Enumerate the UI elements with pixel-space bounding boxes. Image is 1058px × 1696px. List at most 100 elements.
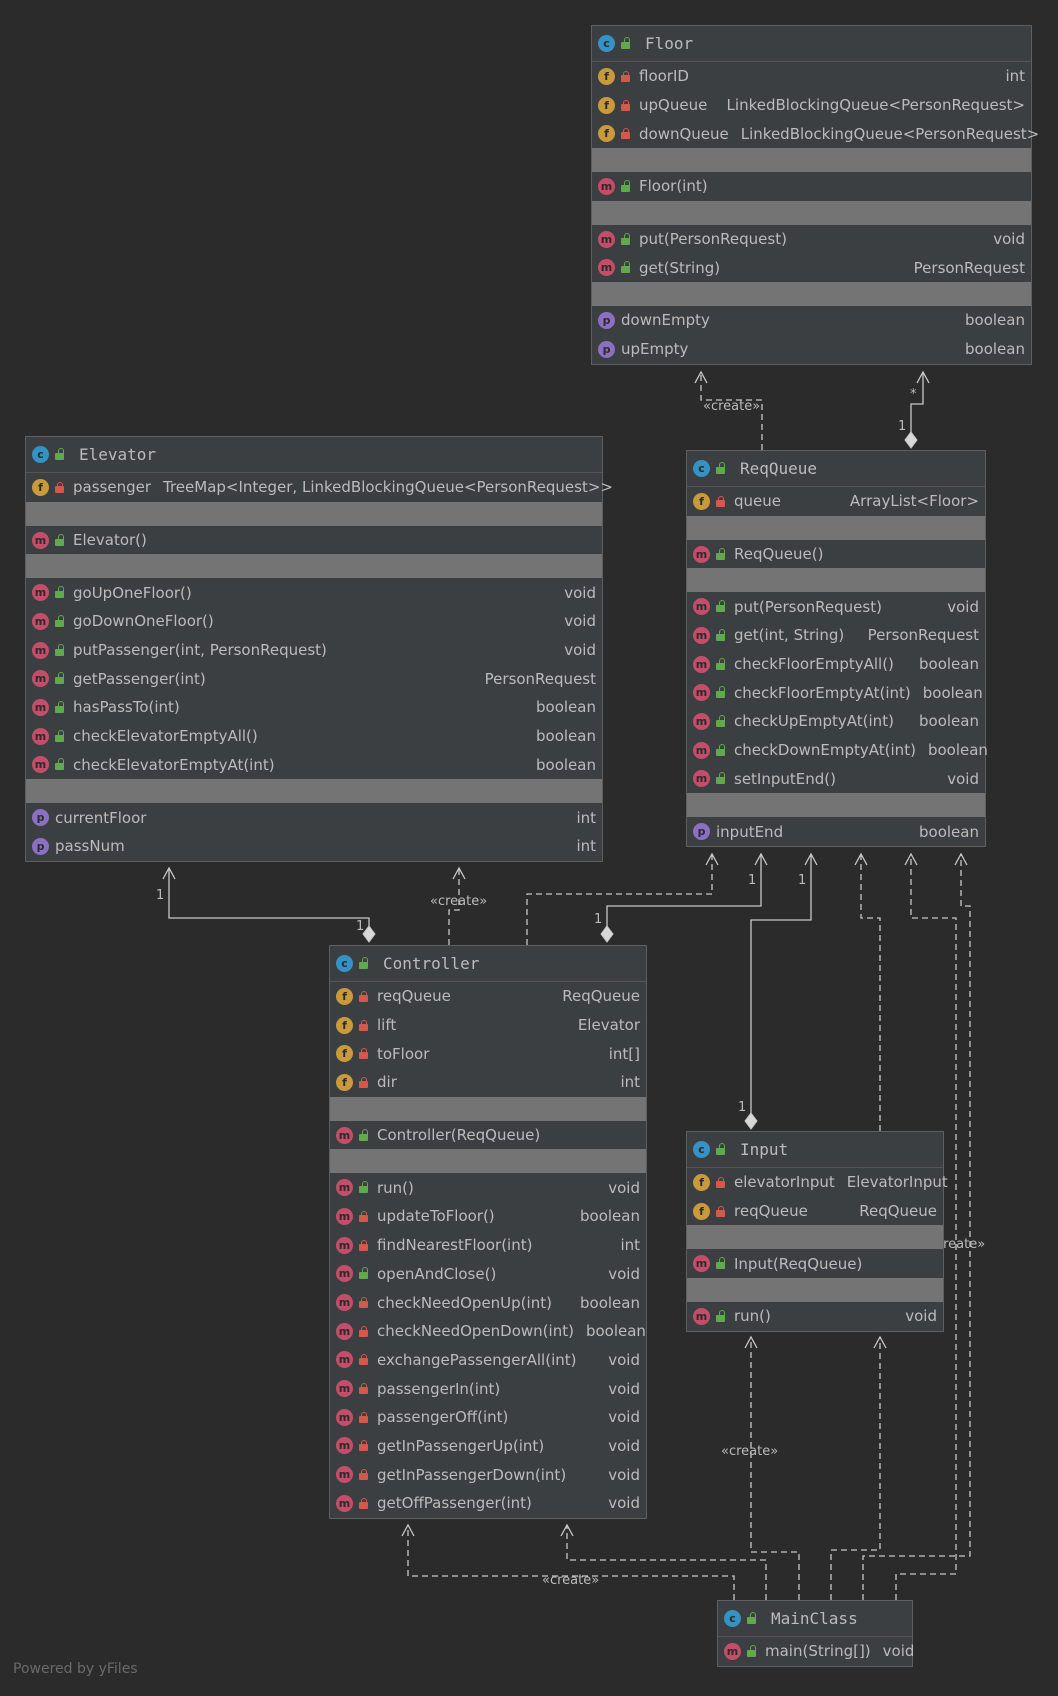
member-row[interactable]: m putPassenger(int, PersonRequest) void [26, 636, 602, 665]
member-type: boolean [919, 822, 979, 841]
member-row[interactable]: m goDownOneFloor() void [26, 607, 602, 636]
class-controller[interactable]: c Controller f reqQueue ReqQueue f lift Elevato… [329, 945, 647, 1519]
method-icon: m [693, 741, 710, 759]
section-divider [687, 793, 985, 818]
member-row[interactable]: m passengerIn(int) void [330, 1374, 646, 1403]
member-row[interactable]: m put(PersonRequest) void [592, 225, 1031, 254]
method-icon: m [598, 177, 615, 195]
member-row[interactable]: m getInPassengerDown(int) void [330, 1460, 646, 1489]
class-mainclass[interactable]: c MainClass m main(String[]) void [717, 1600, 914, 1667]
member-row[interactable]: m passengerOff(int) void [330, 1403, 646, 1432]
public-icon [715, 628, 726, 641]
member-row[interactable]: p downEmpty boolean [592, 306, 1031, 335]
member-name: passNum [55, 837, 125, 856]
member-name: currentFloor [55, 808, 147, 827]
member-row[interactable]: f passenger TreeMap<Integer, LinkedBlockin… [26, 473, 613, 502]
member-name: hasPassTo(int) [73, 698, 180, 717]
private-lock-icon [358, 1019, 369, 1031]
composition-diamond [362, 925, 376, 943]
member-row[interactable]: f dir int [330, 1068, 646, 1097]
class-header: c MainClass [718, 1601, 912, 1637]
member-row[interactable]: m goUpOneFloor() void [26, 578, 602, 607]
member-row[interactable]: m checkFloorEmptyAt(int) boolean [687, 678, 985, 707]
member-row[interactable]: m get(String) PersonRequest [592, 253, 1031, 282]
member-row[interactable]: m openAndClose() void [330, 1260, 646, 1289]
member-row[interactable]: m Controller(ReqQueue) [330, 1121, 646, 1150]
section-divider [592, 282, 1031, 307]
method-icon: m [336, 1126, 353, 1144]
member-row[interactable]: m getInPassengerUp(int) void [330, 1432, 646, 1461]
method-icon: m [693, 712, 710, 730]
class-floor[interactable]: c Floor f floorID int f upQueue LinkedBlockingQ… [591, 25, 1039, 365]
member-row[interactable]: m checkNeedOpenUp(int) boolean [330, 1288, 646, 1317]
public-icon [715, 686, 726, 699]
member-row[interactable]: m updateToFloor() boolean [330, 1202, 646, 1231]
member-name: Elevator() [73, 531, 147, 550]
member-row[interactable]: m run() void [330, 1173, 646, 1202]
method-icon: m [693, 684, 710, 702]
member-row[interactable]: m run() void [687, 1302, 943, 1331]
member-row[interactable]: m exchangePassengerAll(int) void [330, 1346, 646, 1375]
method-icon: m [693, 626, 710, 644]
member-type: PersonRequest [484, 669, 596, 688]
section-divider [687, 1278, 943, 1303]
member-row[interactable]: f downQueue LinkedBlockingQueue<PersonRequ… [592, 119, 1039, 148]
member-name: reqQueue [734, 1202, 808, 1221]
method-icon: m [598, 259, 615, 277]
class-reqqueue[interactable]: c ReqQueue f queue ArrayList<Floor> m ReqQueue… [686, 450, 988, 847]
class-icon: c [598, 35, 615, 52]
member-name: passengerOff(int) [377, 1408, 509, 1427]
member-row[interactable]: f toFloor int[] [330, 1039, 646, 1068]
member-type: void [947, 597, 979, 616]
member-name: main(String[]) [765, 1642, 871, 1661]
member-row[interactable]: m put(PersonRequest) void [687, 592, 985, 621]
class-input[interactable]: c Input f elevatorInput ElevatorInput f reqQue… [686, 1131, 948, 1332]
member-row[interactable]: m getPassenger(int) PersonRequest [26, 664, 602, 693]
member-row[interactable]: f queue ArrayList<Floor> [687, 487, 985, 516]
member-row[interactable]: m main(String[]) void [718, 1637, 914, 1666]
uml-class-diagram: «create» 1 * 1 1 «create» 1 1 1 1 «create» «create»… [0, 0, 1058, 1696]
member-name: queue [734, 492, 781, 511]
member-row[interactable]: m get(int, String) PersonRequest [687, 621, 985, 650]
member-row[interactable]: m checkElevatorEmptyAll() boolean [26, 722, 602, 751]
private-lock-icon [358, 1383, 369, 1395]
class-header: c Controller [330, 946, 646, 982]
member-row[interactable]: m checkNeedOpenDown(int) boolean [330, 1317, 646, 1346]
member-row[interactable]: f reqQueue ReqQueue [330, 982, 646, 1011]
member-row[interactable]: m hasPassTo(int) boolean [26, 693, 602, 722]
member-row[interactable]: m Floor(int) [592, 172, 1031, 201]
member-name: get(String) [639, 258, 721, 277]
member-row[interactable]: m checkUpEmptyAt(int) boolean [687, 707, 985, 736]
member-row[interactable]: p inputEnd boolean [687, 817, 985, 846]
member-type: boolean [536, 698, 596, 717]
member-row[interactable]: m Input(ReqQueue) [687, 1249, 943, 1278]
member-row[interactable]: p upEmpty boolean [592, 335, 1031, 364]
member-name: run() [734, 1307, 771, 1326]
member-row[interactable]: p currentFloor int [26, 803, 602, 832]
dependency-controller-reqqueue [526, 854, 713, 945]
class-elevator[interactable]: c Elevator f passenger TreeMap<Integer, Link… [25, 436, 613, 862]
member-row[interactable]: m checkFloorEmptyAll() boolean [687, 650, 985, 679]
dependency-create-mainclass-input [750, 1337, 800, 1600]
member-name: passengerIn(int) [377, 1379, 501, 1398]
member-row[interactable]: f floorID int [592, 62, 1031, 91]
member-row[interactable]: m getOffPassenger(int) void [330, 1489, 646, 1518]
member-row[interactable]: f lift Elevator [330, 1011, 646, 1040]
field-icon: f [693, 1202, 710, 1220]
member-row[interactable]: f reqQueue ReqQueue [687, 1197, 943, 1226]
member-row[interactable]: m setInputEnd() void [687, 765, 985, 794]
class-header: c Elevator [26, 437, 602, 473]
member-row[interactable]: f elevatorInput ElevatorInput [687, 1168, 948, 1197]
private-lock-icon [358, 1297, 369, 1309]
member-row[interactable]: f upQueue LinkedBlockingQueue<PersonReques… [592, 91, 1031, 120]
member-row[interactable]: m checkElevatorEmptyAt(int) boolean [26, 751, 602, 780]
member-row[interactable]: m findNearestFloor(int) int [330, 1231, 646, 1260]
method-icon: m [336, 1351, 353, 1369]
member-row[interactable]: m ReqQueue() [687, 540, 985, 569]
member-row[interactable]: m Elevator() [26, 526, 602, 555]
member-row[interactable]: m checkDownEmptyAt(int) boolean [687, 736, 988, 765]
member-name: goUpOneFloor() [73, 583, 192, 602]
member-type: void [608, 1178, 640, 1197]
member-type: void [608, 1494, 640, 1513]
member-row[interactable]: p passNum int [26, 832, 602, 861]
